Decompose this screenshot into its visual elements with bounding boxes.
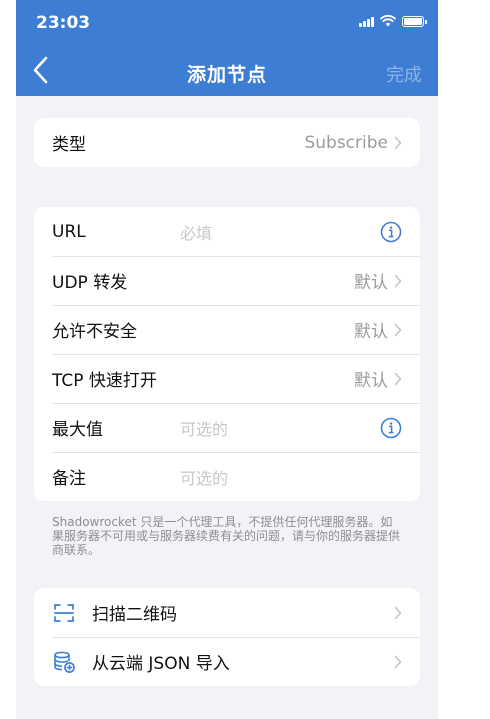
- status-icons: [359, 15, 427, 27]
- actions-card: 扫描二维码 从云端 JSON 导入: [34, 588, 420, 686]
- max-value-label: 最大值: [52, 420, 103, 440]
- battery-icon: [402, 15, 427, 27]
- type-value: Subscribe: [304, 132, 388, 153]
- disclaimer-note: Shadowrocket 只是一个代理工具，不提供任何代理服务器。如果服务器不可…: [52, 515, 401, 557]
- type-label: 类型: [52, 135, 86, 155]
- max-value-row[interactable]: 最大值 可选的: [34, 403, 420, 452]
- udp-forward-row[interactable]: UDP 转发 默认: [34, 256, 420, 305]
- fields-card: URL 必填 UDP 转发 默认 允许不安全 默认 TCP 快速打开 默认 最大…: [34, 207, 420, 501]
- done-button[interactable]: 完成: [386, 61, 422, 87]
- navigation-header: 23:03 添加节点 完成: [16, 0, 438, 96]
- chevron-right-icon: [394, 372, 402, 385]
- scan-qr-label: 扫描二维码: [92, 605, 177, 625]
- status-time: 23:03: [36, 13, 91, 33]
- type-row[interactable]: 类型 Subscribe: [34, 118, 420, 167]
- chevron-right-icon: [394, 606, 402, 619]
- url-row[interactable]: URL 必填: [34, 207, 420, 256]
- qr-scan-icon: [54, 603, 74, 622]
- remark-label: 备注: [52, 469, 86, 489]
- max-value-input[interactable]: 可选的: [180, 416, 228, 440]
- chevron-right-icon: [394, 323, 402, 336]
- remark-input[interactable]: 可选的: [180, 465, 228, 489]
- allow-insecure-label: 允许不安全: [52, 322, 137, 342]
- udp-forward-label: UDP 转发: [52, 273, 128, 293]
- type-card: 类型 Subscribe: [34, 118, 420, 167]
- scan-qr-row[interactable]: 扫描二维码: [34, 588, 420, 637]
- tcp-fast-open-row[interactable]: TCP 快速打开 默认: [34, 354, 420, 403]
- phone-screen: 23:03 添加节点 完成 类型 Subscribe URL 必填 UDP 转发…: [16, 0, 438, 719]
- url-input[interactable]: 必填: [180, 220, 212, 244]
- tcp-fast-open-value: 默认: [354, 371, 388, 391]
- info-icon[interactable]: [380, 417, 402, 439]
- allow-insecure-row[interactable]: 允许不安全 默认: [34, 305, 420, 354]
- chevron-right-icon: [394, 274, 402, 287]
- cloud-database-icon: [54, 651, 75, 673]
- page-title: 添加节点: [186, 65, 267, 86]
- chevron-right-icon: [394, 136, 402, 149]
- import-cloud-json-row[interactable]: 从云端 JSON 导入: [34, 637, 420, 686]
- udp-forward-value: 默认: [354, 273, 388, 293]
- url-label: URL: [52, 221, 86, 242]
- info-icon[interactable]: [380, 221, 402, 243]
- chevron-right-icon: [394, 655, 402, 668]
- wifi-icon: [380, 15, 396, 27]
- cellular-signal-icon: [359, 16, 374, 27]
- remark-row[interactable]: 备注 可选的: [34, 452, 420, 501]
- tcp-fast-open-label: TCP 快速打开: [52, 371, 157, 391]
- import-cloud-json-label: 从云端 JSON 导入: [92, 654, 230, 674]
- allow-insecure-value: 默认: [354, 322, 388, 342]
